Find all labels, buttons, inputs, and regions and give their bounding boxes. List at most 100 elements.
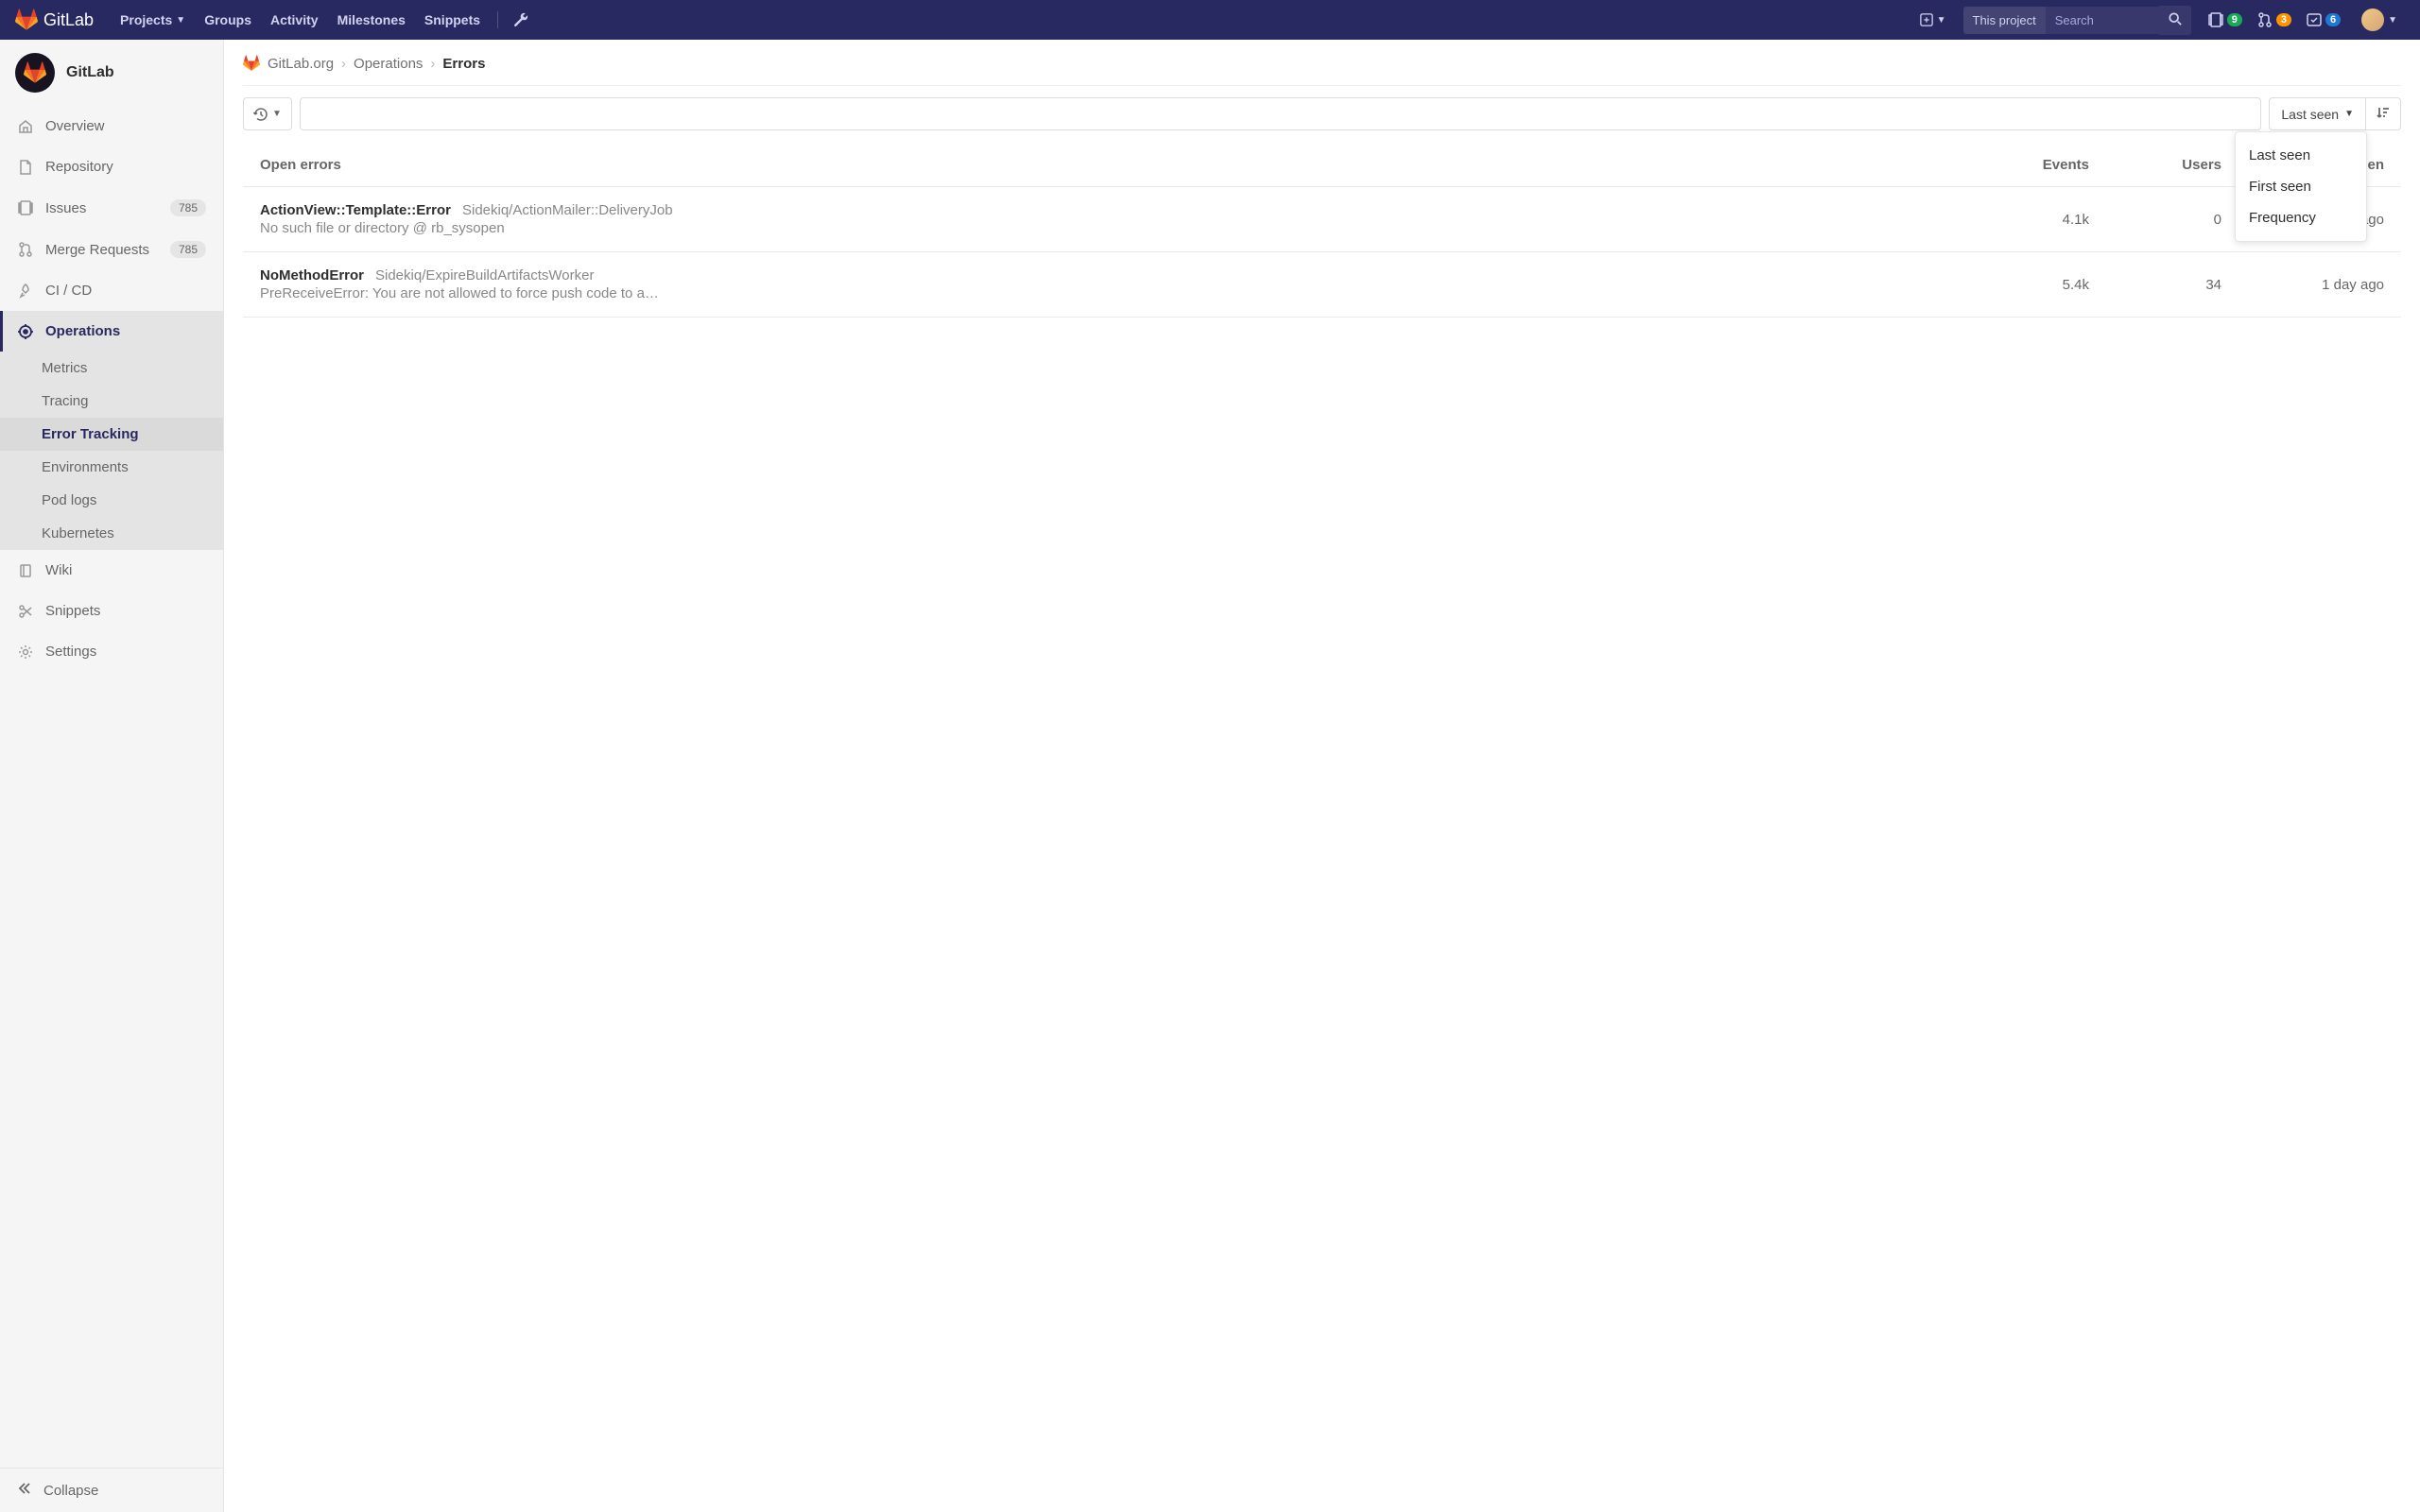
breadcrumb: GitLab.org › Operations › Errors <box>224 40 2420 85</box>
sort-option-frequency[interactable]: Frequency <box>2236 202 2366 233</box>
issues-icon <box>2208 12 2223 27</box>
sidebar-item-overview[interactable]: Overview <box>0 106 223 146</box>
project-icon <box>15 53 55 93</box>
mr-count-badge: 785 <box>170 241 206 258</box>
sidebar-collapse[interactable]: Collapse <box>0 1468 223 1512</box>
breadcrumb-page: Errors <box>442 56 485 72</box>
error-context: Sidekiq/ExpireBuildArtifactsWorker <box>375 267 594 284</box>
topbar-nav: Projects ▼ Groups Activity Milestones Sn… <box>111 11 536 28</box>
nav-snippets[interactable]: Snippets <box>415 12 490 27</box>
operations-icon <box>17 324 34 339</box>
project-name: GitLab <box>66 64 114 81</box>
error-context: Sidekiq/ActionMailer::DeliveryJob <box>462 202 673 218</box>
error-title: NoMethodError <box>260 267 364 284</box>
sort-dropdown: Last seen First seen Frequency <box>2235 131 2367 242</box>
gitlab-icon <box>15 9 38 31</box>
wrench-icon[interactable] <box>506 12 536 27</box>
collapse-icon <box>17 1481 32 1500</box>
filter-bar: ▼ Last seen ▼ Last seen First seen Frequ… <box>243 85 2401 130</box>
sub-tracing[interactable]: Tracing <box>0 385 223 418</box>
nav-groups[interactable]: Groups <box>195 12 261 27</box>
sidebar-item-merge-requests[interactable]: Merge Requests 785 <box>0 229 223 270</box>
sidebar: GitLab Overview Repository Issues 785 Me… <box>0 40 224 1512</box>
search-scope[interactable]: This project <box>1963 7 2046 34</box>
search-icon <box>2169 12 2182 26</box>
search-input[interactable] <box>2046 7 2159 34</box>
rocket-icon <box>17 284 34 299</box>
gear-icon <box>17 644 34 660</box>
issues-count-badge: 785 <box>170 199 206 216</box>
topbar: GitLab Projects ▼ Groups Activity Milest… <box>0 0 2420 40</box>
sort-direction-button[interactable] <box>2366 97 2401 130</box>
scissors-icon <box>17 604 34 619</box>
col-events: Events <box>1957 157 2089 173</box>
breadcrumb-org[interactable]: GitLab.org <box>268 56 334 72</box>
issues-icon <box>17 200 34 215</box>
filter-input[interactable] <box>300 97 2261 130</box>
users-count: 34 <box>2089 277 2221 293</box>
sub-pod-logs[interactable]: Pod logs <box>0 484 223 517</box>
divider <box>497 11 498 28</box>
sidebar-item-snippets[interactable]: Snippets <box>0 591 223 631</box>
col-open-errors: Open errors <box>243 157 1957 173</box>
gitlab-icon <box>243 55 260 72</box>
error-title: ActionView::Template::Error <box>260 202 451 218</box>
table-row[interactable]: ActionView::Template::Error Sidekiq/Actio… <box>243 187 2401 252</box>
nav-milestones[interactable]: Milestones <box>328 12 415 27</box>
error-desc: PreReceiveError: You are not allowed to … <box>260 285 1957 301</box>
chevron-down-icon: ▼ <box>176 15 185 26</box>
events-count: 4.1k <box>1957 212 2089 228</box>
todo-icon <box>2307 12 2322 27</box>
errors-table: Open errors Events Users Last seen Actio… <box>243 144 2401 318</box>
merge-request-icon <box>17 242 34 257</box>
sort-option-first-seen[interactable]: First seen <box>2236 171 2366 202</box>
sidebar-item-repository[interactable]: Repository <box>0 146 223 187</box>
sidebar-project[interactable]: GitLab <box>0 40 223 106</box>
file-icon <box>17 160 34 175</box>
col-users: Users <box>2089 157 2221 173</box>
sidebar-item-issues[interactable]: Issues 785 <box>0 187 223 229</box>
home-icon <box>17 119 34 134</box>
chevron-down-icon: ▼ <box>1937 15 1946 26</box>
sidebar-item-settings[interactable]: Settings <box>0 631 223 672</box>
chevron-down-icon: ▼ <box>272 109 282 119</box>
search-button[interactable] <box>2159 6 2191 35</box>
main-content: GitLab.org › Operations › Errors ▼ Last … <box>224 40 2420 1512</box>
nav-activity[interactable]: Activity <box>261 12 328 27</box>
chevron-right-icon: › <box>341 56 346 72</box>
sidebar-item-operations[interactable]: Operations <box>0 311 223 352</box>
mr-counter[interactable]: 3 <box>2250 12 2299 27</box>
sub-metrics[interactable]: Metrics <box>0 352 223 385</box>
sub-error-tracking[interactable]: Error Tracking <box>0 418 223 451</box>
operations-submenu: Metrics Tracing Error Tracking Environme… <box>0 352 223 550</box>
issues-counter[interactable]: 9 <box>2201 12 2250 27</box>
sub-environments[interactable]: Environments <box>0 451 223 484</box>
error-desc: No such file or directory @ rb_sysopen <box>260 220 1957 236</box>
brand-name: GitLab <box>43 10 94 30</box>
chevron-down-icon: ▼ <box>2388 15 2397 26</box>
sub-kubernetes[interactable]: Kubernetes <box>0 517 223 550</box>
merge-request-icon <box>2257 12 2273 27</box>
table-row[interactable]: NoMethodError Sidekiq/ExpireBuildArtifact… <box>243 252 2401 318</box>
breadcrumb-section[interactable]: Operations <box>354 56 423 72</box>
sort-button[interactable]: Last seen ▼ <box>2269 97 2366 130</box>
sort-icon <box>2376 105 2391 120</box>
nav-projects[interactable]: Projects ▼ <box>111 12 195 27</box>
search: This project <box>1963 6 2191 35</box>
last-seen-value: 1 day ago <box>2221 277 2401 293</box>
history-icon <box>253 107 268 122</box>
user-menu[interactable]: ▼ <box>2348 9 2405 31</box>
history-button[interactable]: ▼ <box>243 97 292 130</box>
chevron-right-icon: › <box>430 56 435 72</box>
book-icon <box>17 563 34 578</box>
avatar <box>2361 9 2384 31</box>
gitlab-logo[interactable]: GitLab <box>15 9 94 31</box>
sort-option-last-seen[interactable]: Last seen <box>2236 140 2366 171</box>
plus-button[interactable]: ▼ <box>1912 13 1954 26</box>
sidebar-item-cicd[interactable]: CI / CD <box>0 270 223 311</box>
sidebar-item-wiki[interactable]: Wiki <box>0 550 223 591</box>
users-count: 0 <box>2089 212 2221 228</box>
chevron-down-icon: ▼ <box>2344 109 2354 119</box>
todos-counter[interactable]: 6 <box>2299 12 2348 27</box>
table-header: Open errors Events Users Last seen <box>243 144 2401 187</box>
